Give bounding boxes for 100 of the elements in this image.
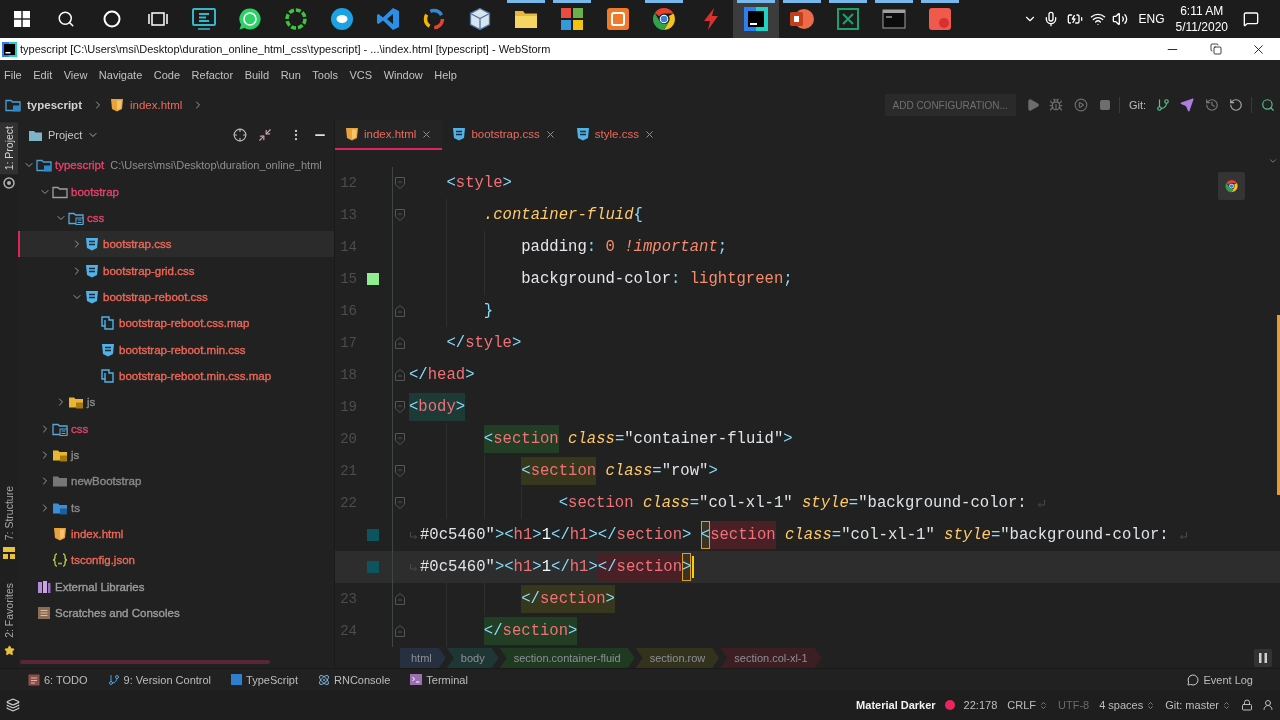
breadcrumb-item[interactable]: section.col-xl-1 (720, 648, 822, 668)
wifi-icon[interactable] (1090, 11, 1107, 27)
tool-window-button[interactable]: Terminal (410, 673, 468, 686)
lock-icon[interactable] (1241, 699, 1253, 711)
fold-marker-icon[interactable] (395, 401, 405, 413)
notification-icon[interactable] (1243, 11, 1259, 27)
tree-item[interactable]: js (18, 389, 334, 416)
tree-item[interactable]: Scratches and Consoles (18, 599, 334, 627)
taskbar-button[interactable] (733, 0, 779, 38)
swatch-icon[interactable] (367, 529, 379, 541)
menu-item[interactable]: Run (280, 69, 301, 81)
play-icon[interactable] (1025, 98, 1040, 112)
input-language[interactable]: ENG (1138, 11, 1165, 27)
menu-item[interactable]: Code (153, 69, 181, 81)
tool-window-tab[interactable]: 7: Structure (0, 481, 18, 545)
fold-marker-icon[interactable] (395, 625, 405, 637)
shield-icon (575, 127, 590, 141)
tree-item[interactable]: bootstrap-reboot.css (18, 283, 334, 311)
menu-item[interactable]: Window (383, 69, 423, 81)
tree-item[interactable]: index.html (18, 520, 334, 548)
tree-item[interactable]: ts (18, 494, 334, 521)
breadcrumb-item[interactable]: body (446, 648, 499, 668)
editor-tab[interactable]: bootstrap.css (442, 120, 566, 150)
fold-marker-icon[interactable] (395, 305, 405, 317)
fold-marker-icon[interactable] (395, 369, 405, 381)
fold-marker-icon[interactable] (395, 497, 405, 509)
battery-icon[interactable] (1067, 11, 1084, 27)
tool-window-tab[interactable]: 1: Project (0, 122, 18, 175)
pause-icon[interactable] (1254, 649, 1272, 667)
event-log-button[interactable]: Event Log (1187, 673, 1253, 686)
fold-marker-icon[interactable] (395, 433, 405, 445)
menu-item[interactable]: View (63, 69, 88, 81)
scrollbar-thumb[interactable] (1277, 315, 1280, 495)
swatch-icon[interactable] (367, 561, 379, 573)
branch-icon[interactable] (1156, 98, 1170, 112)
menu-item[interactable]: Build (244, 69, 270, 81)
menu-item[interactable]: Help (434, 69, 457, 81)
tool-window-button[interactable]: 9: Version Control (107, 673, 212, 686)
theme-name[interactable]: Material Darker (856, 699, 936, 711)
target-icon[interactable] (233, 128, 247, 142)
ring-icon (3, 177, 15, 190)
restore-icon[interactable] (1209, 43, 1222, 55)
breadcrumb-item[interactable]: section.container-fluid (499, 648, 635, 668)
tree-item[interactable]: bootstrap.css (18, 231, 334, 258)
tree-item[interactable]: bootstrap-reboot.css.map (18, 310, 334, 337)
person-icon[interactable] (1262, 699, 1274, 711)
tree-item[interactable]: bootstrap-grid.css (18, 257, 334, 284)
line-separator-widget[interactable]: CRLF (1007, 699, 1048, 711)
clock-time[interactable]: 6:11 AM (1180, 3, 1224, 19)
paper-plane-icon[interactable] (1180, 98, 1194, 112)
breadcrumb-item[interactable]: section.row (635, 648, 720, 668)
tool-window-button[interactable]: TypeScript (231, 673, 298, 686)
fold-marker-icon[interactable] (395, 337, 405, 349)
clock-date[interactable]: 5/11/2020 (1175, 19, 1228, 35)
fold-marker-icon[interactable] (395, 465, 405, 477)
code-line: </head> (409, 365, 475, 386)
tree-item[interactable]: bootstrap-reboot.min.css (18, 336, 334, 363)
tree-item[interactable]: js (18, 441, 334, 469)
tool-window-button[interactable]: RNConsole (318, 673, 391, 686)
caret-position[interactable]: 22:178 (963, 699, 998, 711)
tree-item[interactable]: css (18, 204, 334, 232)
shield-icon (452, 127, 467, 141)
tree-item[interactable]: External Libraries (18, 573, 334, 600)
swatch-icon[interactable] (367, 273, 379, 285)
breadcrumb-item[interactable]: html (400, 648, 446, 668)
menu-item[interactable]: Refactor (191, 69, 234, 81)
layers-icon[interactable] (6, 698, 20, 712)
tree-item[interactable]: css (18, 415, 334, 442)
speaker-icon[interactable] (1112, 11, 1129, 27)
menu-item[interactable]: Edit (33, 69, 53, 81)
history-icon[interactable] (1205, 98, 1219, 112)
tree-item[interactable]: typescript C:\Users\msi\Desktop\duration_online_html (18, 152, 334, 179)
search-icon[interactable] (1261, 98, 1275, 112)
fold-marker-icon[interactable] (395, 209, 405, 221)
tool-window-tab[interactable]: 2: Favorites (0, 579, 18, 642)
tool-window-button[interactable]: 6: TODO (28, 673, 88, 686)
tree-item[interactable]: newBootstrap (18, 468, 334, 495)
project-view-dropdown[interactable]: Project (28, 128, 100, 142)
menu-item[interactable]: File (4, 69, 22, 81)
circle-play-icon[interactable] (1073, 98, 1088, 112)
tree-item[interactable]: tsconfig.json (18, 547, 334, 574)
breadcrumb-item[interactable]: index.html (109, 98, 183, 112)
tree-item[interactable]: bootstrap (18, 178, 334, 205)
rotate-icon[interactable] (1229, 98, 1243, 112)
menu-item[interactable]: Tools (312, 69, 338, 81)
stop-icon[interactable] (1098, 99, 1111, 111)
git-branch-widget[interactable]: Git: master (1165, 699, 1231, 711)
arrows-inward-icon[interactable] (258, 128, 272, 142)
fold-marker-icon[interactable] (395, 177, 405, 189)
code-line: </style> (446, 333, 522, 354)
indent-widget[interactable]: 4 spaces (1099, 699, 1156, 711)
horizontal-scrollbar[interactable] (20, 660, 270, 664)
bug-icon[interactable] (1048, 98, 1063, 112)
tree-item[interactable]: bootstrap-reboot.min.css.map (18, 362, 334, 390)
menu-item[interactable]: VCS (349, 69, 373, 81)
list-icon (28, 673, 40, 686)
fold-marker-icon[interactable] (395, 593, 405, 605)
editor-tab[interactable]: style.css (565, 120, 665, 150)
menu-item[interactable]: Navigate (98, 69, 143, 81)
breadcrumb-item[interactable]: typescript (5, 97, 82, 113)
